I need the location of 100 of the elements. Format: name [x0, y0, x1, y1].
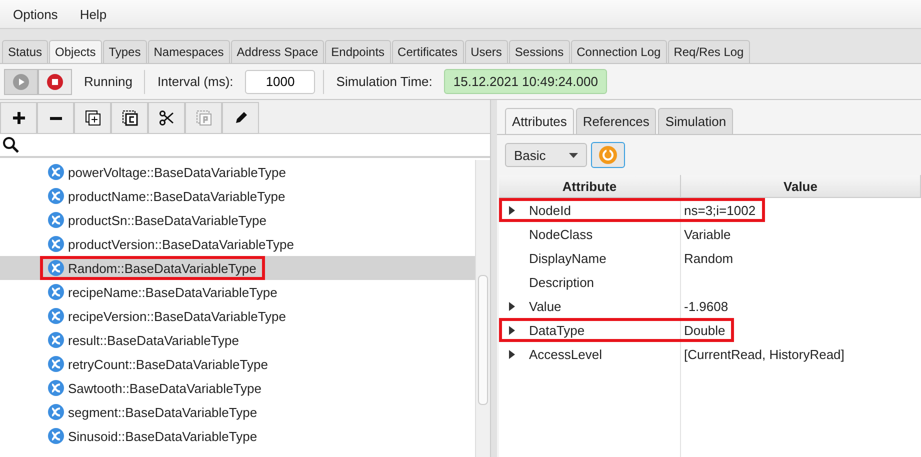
variable-icon	[48, 308, 64, 324]
variable-icon	[48, 356, 64, 372]
minus-icon	[48, 116, 64, 120]
attribute-value: [CurrentRead, HistoryRead]	[684, 346, 844, 362]
tab[interactable]: Endpoints	[325, 40, 391, 63]
tree-row[interactable]: retryCount::BaseDataVariableType	[0, 352, 475, 376]
tab[interactable]: Namespaces	[148, 40, 230, 63]
attribute-name: Value	[529, 298, 562, 314]
scroll-thumb[interactable]	[478, 275, 488, 405]
variable-icon	[48, 164, 64, 180]
tab[interactable]: Simulation	[658, 108, 734, 134]
tree-item[interactable]: Sawtooth::BaseDataVariableType	[40, 376, 270, 400]
attribute-name: DataType	[529, 322, 585, 338]
tree-row[interactable]: Random::BaseDataVariableType	[0, 256, 475, 280]
minus-button[interactable]	[37, 102, 74, 134]
tree-item[interactable]: Sinusoid::BaseDataVariableType	[40, 424, 266, 448]
tree-item[interactable]: productName::BaseDataVariableType	[40, 184, 294, 208]
variable-icon	[48, 260, 64, 276]
tree-row[interactable]: recipeVersion::BaseDataVariableType	[0, 304, 475, 328]
tab[interactable]: Connection Log	[570, 40, 667, 63]
table-row[interactable]: NodeClass Variable	[499, 222, 921, 246]
refresh-icon	[599, 146, 617, 164]
variable-icon	[48, 212, 64, 228]
plus-icon	[10, 110, 26, 126]
table-row[interactable]: Description	[499, 270, 921, 294]
tree-item[interactable]: productSn::BaseDataVariableType	[40, 208, 276, 232]
attribute-value: Random	[684, 250, 734, 266]
table-row[interactable]: DataType Double	[499, 318, 921, 342]
interval-field[interactable]: 1000	[245, 70, 316, 94]
tree-row[interactable]: result::BaseDataVariableType	[0, 328, 475, 352]
tree-item[interactable]: powerVoltage::BaseDataVariableType	[40, 160, 296, 184]
tree-item[interactable]: retryCount::BaseDataVariableType	[40, 352, 277, 376]
tree-row[interactable]: Sinusoid::BaseDataVariableType	[0, 424, 475, 448]
paste-icon	[196, 110, 212, 126]
variable-icon	[48, 404, 64, 420]
tree-row[interactable]: powerVoltage::BaseDataVariableType	[0, 160, 475, 184]
table-row[interactable]: Value -1.9608	[499, 294, 921, 318]
tab[interactable]: Users	[464, 40, 508, 63]
tree-item[interactable]: productVersion::BaseDataVariableType	[40, 232, 303, 256]
scissors-icon	[158, 110, 174, 126]
caret-icon	[569, 152, 578, 158]
tree-item[interactable]: recipeName::BaseDataVariableType	[40, 280, 286, 304]
pencil-button[interactable]	[222, 102, 259, 134]
column-header[interactable]: Attribute	[499, 175, 681, 197]
attribute-value: ns=3;i=1002	[684, 202, 756, 218]
table-row[interactable]: NodeId ns=3;i=1002	[499, 198, 921, 222]
tree-row[interactable]: productName::BaseDataVariableType	[0, 184, 475, 208]
attribute-name: Description	[529, 274, 594, 290]
simulation-time-label: Simulation Time:	[335, 74, 434, 89]
attribute-value: Variable	[684, 226, 731, 242]
copy-add-button[interactable]	[74, 102, 111, 134]
scissors-button[interactable]	[148, 102, 185, 134]
variable-icon	[48, 380, 64, 396]
attribute-name: DisplayName	[529, 250, 606, 266]
tree-row[interactable]: recipeName::BaseDataVariableType	[0, 280, 475, 304]
play-icon	[13, 74, 29, 90]
tree-item[interactable]: segment::BaseDataVariableType	[40, 400, 266, 424]
tab[interactable]: Objects	[49, 40, 102, 63]
tab[interactable]: Req/Res Log	[668, 40, 750, 63]
tab[interactable]: References	[576, 108, 656, 134]
variable-icon	[48, 236, 64, 252]
tab[interactable]: Certificates	[392, 40, 464, 63]
tab[interactable]: Types	[102, 40, 147, 63]
view-dropdown[interactable]: Basic	[505, 143, 587, 167]
tab[interactable]: Address Space	[230, 40, 324, 63]
refresh-button[interactable]	[591, 142, 625, 168]
search-field[interactable]	[0, 134, 490, 158]
variable-icon	[48, 332, 64, 348]
tree-row[interactable]: productSn::BaseDataVariableType	[0, 208, 475, 232]
attribute-value: -1.9608	[684, 298, 728, 314]
attribute-name: AccessLevel	[529, 346, 602, 362]
stop-button[interactable]	[38, 68, 72, 94]
scrollbar[interactable]	[475, 160, 490, 457]
variable-icon	[48, 188, 64, 204]
menu-item[interactable]: Options	[6, 4, 65, 24]
tree-row[interactable]: segment::BaseDataVariableType	[0, 400, 475, 424]
tree-item[interactable]: recipeVersion::BaseDataVariableType	[40, 304, 295, 328]
attribute-name: NodeClass	[529, 226, 593, 242]
tab[interactable]: Status	[2, 40, 48, 63]
tab[interactable]: Sessions	[508, 40, 570, 63]
search-icon	[2, 136, 20, 154]
tree-row[interactable]: productVersion::BaseDataVariableType	[0, 232, 475, 256]
copy-button[interactable]	[111, 102, 148, 134]
column-header[interactable]: Value	[681, 175, 921, 197]
menu-item[interactable]: Help	[72, 4, 114, 24]
copy-add-icon	[84, 110, 100, 126]
table-row[interactable]: AccessLevel [CurrentRead, HistoryRead]	[499, 342, 921, 366]
simulation-state: Running	[83, 74, 134, 89]
variable-icon	[48, 428, 64, 444]
tree-item[interactable]: result::BaseDataVariableType	[40, 328, 248, 352]
attribute-name: NodeId	[529, 202, 571, 218]
tree-item[interactable]: Random::BaseDataVariableType	[40, 256, 266, 280]
interval-label: Interval (ms):	[156, 74, 234, 89]
simulation-time: 15.12.2021 10:49:24.000	[444, 69, 607, 94]
attribute-value: Double	[684, 322, 726, 338]
plus-button[interactable]	[0, 102, 37, 134]
tree-row[interactable]: Sawtooth::BaseDataVariableType	[0, 376, 475, 400]
tab[interactable]: Attributes	[505, 108, 574, 134]
table-row[interactable]: DisplayName Random	[499, 246, 921, 270]
stop-icon	[47, 74, 63, 90]
